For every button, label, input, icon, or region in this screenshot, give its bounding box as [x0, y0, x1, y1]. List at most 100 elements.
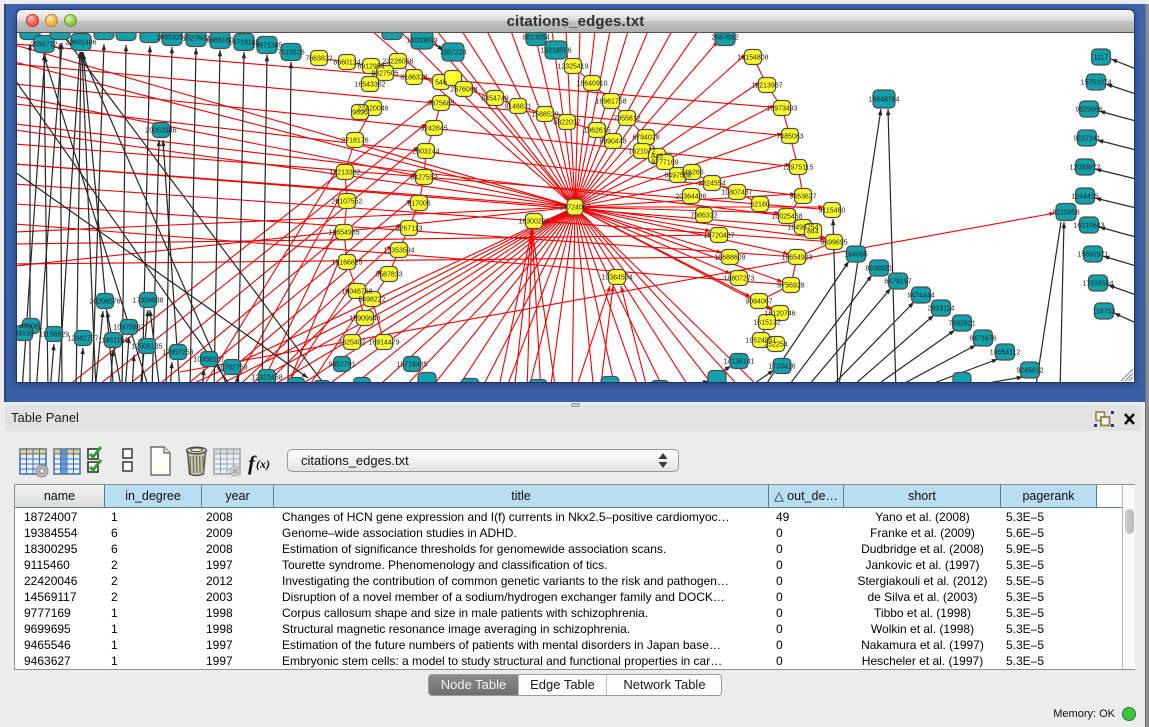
svg-text:17359938: 17359938 [132, 297, 163, 304]
svg-text:3875685: 3875685 [427, 100, 454, 107]
svg-text:23226058: 23226058 [382, 58, 413, 65]
svg-text:19166825: 19166825 [331, 259, 362, 266]
svg-text:19384554: 19384554 [601, 274, 632, 281]
svg-text:16782759: 16782759 [216, 364, 247, 371]
svg-text:546: 546 [435, 79, 447, 86]
svg-text:6794028: 6794028 [632, 134, 659, 141]
svg-text:19654985: 19654985 [328, 229, 359, 236]
svg-text:16543362: 16543362 [354, 81, 385, 88]
svg-text:15751074: 15751074 [1080, 79, 1111, 86]
svg-text:11156829: 11156829 [39, 331, 69, 338]
svg-text:8454749: 8454749 [481, 95, 508, 102]
svg-text:2803144: 2803144 [412, 148, 439, 155]
svg-text:8427552: 8427552 [410, 174, 437, 181]
svg-text:8215958: 8215958 [1052, 209, 1079, 216]
svg-text:9699695: 9699695 [820, 239, 847, 246]
svg-text:10958107: 10958107 [193, 356, 224, 363]
svg-text:15692971: 15692971 [1077, 251, 1108, 258]
svg-text:12505135: 12505135 [131, 343, 162, 350]
svg-text:16033809: 16033809 [406, 37, 437, 44]
svg-text:9084067: 9084067 [745, 298, 772, 305]
svg-text:9146821: 9146821 [504, 103, 531, 110]
svg-text:9227341: 9227341 [1073, 135, 1100, 142]
svg-text:9756928: 9756928 [777, 282, 804, 289]
svg-text:8990448: 8990448 [599, 138, 626, 145]
svg-text:7625402: 7625402 [338, 339, 365, 346]
svg-text:7955812: 7955812 [613, 115, 640, 122]
svg-text:9115460: 9115460 [819, 207, 846, 214]
svg-text:12213967: 12213967 [751, 82, 782, 89]
svg-text:7663822: 7663822 [305, 55, 332, 62]
svg-text:5498222: 5498222 [358, 296, 385, 303]
svg-text:16671385: 16671385 [251, 42, 282, 49]
svg-text:9267113: 9267113 [396, 225, 423, 232]
svg-text:10973493: 10973493 [766, 105, 797, 112]
svg-text:11451194: 11451194 [98, 337, 128, 344]
svg-text:1362615: 1362615 [583, 127, 610, 134]
svg-text:9463627: 9463627 [789, 193, 816, 200]
svg-text:116753: 116753 [1093, 308, 1116, 315]
svg-text:18300295: 18300295 [518, 218, 549, 225]
svg-text:16210643: 16210643 [1073, 222, 1104, 229]
svg-text:15716485: 15716485 [396, 361, 427, 368]
svg-text:2055712: 2055712 [30, 41, 57, 48]
svg-text:8938921: 8938921 [865, 265, 892, 272]
svg-text:12942757: 12942757 [67, 335, 98, 342]
svg-text:7515526: 7515526 [277, 49, 304, 56]
svg-text:10025458: 10025458 [771, 213, 802, 220]
svg-text:39159: 39159 [17, 330, 34, 337]
svg-text:8471676: 8471676 [969, 335, 996, 342]
svg-text:16914479: 16914479 [368, 339, 399, 346]
svg-text:8912954: 8912954 [357, 63, 384, 70]
svg-text:9777169: 9777169 [651, 159, 678, 166]
svg-text:10807487: 10807487 [721, 189, 752, 196]
svg-text:2876068: 2876068 [450, 86, 477, 93]
svg-text:2687682: 2687682 [711, 34, 738, 41]
svg-text:1733426: 1733426 [768, 363, 795, 370]
svg-text:7357224: 7357224 [439, 49, 466, 56]
svg-text:7485063: 7485063 [776, 133, 803, 140]
svg-text:7986322: 7986322 [690, 212, 717, 219]
svg-text:16120746: 16120746 [764, 310, 795, 317]
svg-text:9329966: 9329966 [1075, 106, 1102, 113]
svg-text:9896: 9896 [352, 109, 368, 116]
svg-text:252254: 252254 [764, 341, 787, 348]
svg-text:12975115: 12975115 [783, 164, 814, 171]
svg-text:435061: 435061 [19, 323, 42, 330]
svg-text:16154808: 16154808 [737, 54, 768, 61]
svg-text:1244415: 1244415 [1071, 193, 1098, 200]
svg-text:164095: 164095 [844, 251, 867, 258]
svg-text:17016504: 17016504 [1082, 280, 1113, 287]
svg-text:9857791: 9857791 [328, 361, 355, 368]
svg-text:(x): (x) [256, 457, 270, 471]
svg-text:20107552: 20107552 [331, 198, 362, 205]
svg-text:15720407: 15720407 [703, 232, 734, 239]
svg-text:2718176: 2718176 [341, 137, 368, 144]
svg-text:844: 844 [807, 228, 819, 235]
svg-text:8186328: 8186328 [400, 74, 427, 81]
svg-text:62160: 62160 [750, 201, 770, 208]
svg-text:18807273: 18807273 [723, 275, 754, 282]
svg-text:817006: 817006 [407, 200, 430, 207]
svg-text:3824554: 3824554 [698, 180, 725, 187]
svg-text:7632621: 7632621 [948, 320, 975, 327]
svg-text:17857253: 17857253 [162, 349, 193, 356]
svg-text:1588520: 1588520 [531, 111, 558, 118]
svg-text:18640910: 18640910 [576, 80, 607, 87]
svg-text:10688609: 10688609 [714, 254, 745, 261]
svg-text:9245612: 9245612 [1016, 367, 1043, 374]
svg-text:12093872: 12093872 [1069, 164, 1100, 171]
svg-text:10654112: 10654112 [990, 349, 1021, 356]
svg-text:12325419: 12325419 [557, 63, 588, 70]
svg-text:16648784: 16648784 [868, 96, 899, 103]
svg-text:8587833: 8587833 [375, 271, 402, 278]
svg-text:9242845: 9242845 [420, 125, 447, 132]
svg-text:6479197: 6479197 [884, 278, 911, 285]
svg-text:10975887: 10975887 [113, 324, 144, 331]
svg-text:9474444: 9474444 [907, 292, 934, 299]
svg-text:20691406: 20691406 [65, 39, 96, 46]
svg-text:12353594: 12353594 [383, 247, 414, 254]
svg-text:1615132: 1615132 [753, 319, 780, 326]
svg-text:16961758: 16961758 [595, 98, 626, 105]
svg-text:8322037: 8322037 [553, 119, 580, 126]
